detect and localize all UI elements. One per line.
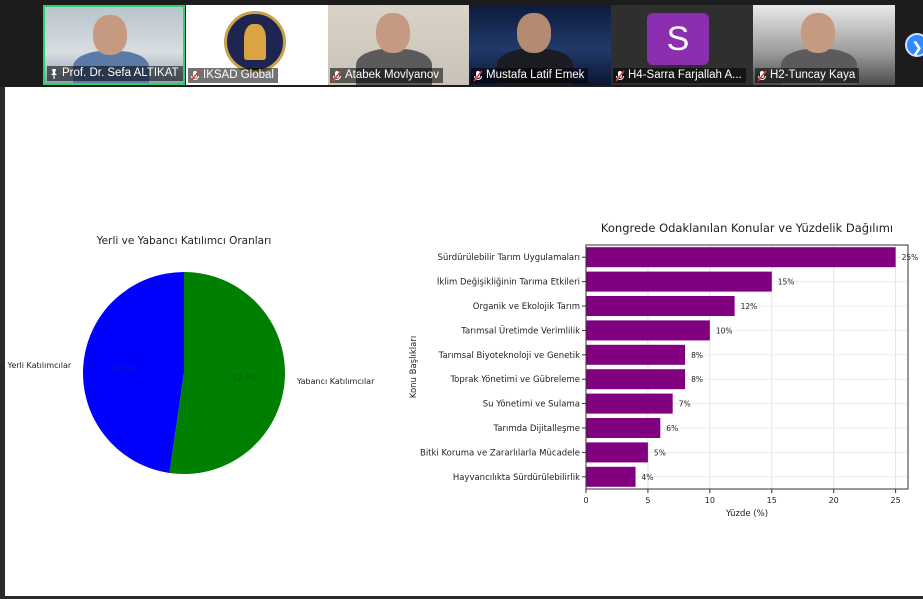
bar-value-label: 12% — [741, 302, 758, 311]
participant-tile[interactable]: Prof. Dr. Sefa ALTIKAT — [43, 5, 185, 85]
bar — [586, 466, 636, 487]
y-axis-label: Konu Başlıkları — [409, 336, 419, 398]
bar — [586, 295, 735, 317]
participant-name: Prof. Dr. Sefa ALTIKAT — [62, 67, 179, 79]
y-tick-label: Hayvancılıkta Sürdürülebilirlik — [453, 473, 580, 483]
shared-charts: Yerli ve Yabancı Katılımcı Oranları 47.7%… — [7, 221, 919, 519]
pie-percent-label: 47.7% — [112, 365, 136, 374]
bar — [586, 320, 710, 341]
participant-name-bar: IKSAD Global — [188, 68, 278, 83]
y-tick-label: Tarımsal Biyoteknoloji ve Genetik — [438, 351, 580, 361]
x-tick-label: 15 — [767, 496, 777, 505]
bar-value-label: 25% — [902, 253, 919, 262]
avatar: S — [647, 13, 709, 65]
bar — [586, 393, 673, 414]
participant-name: IKSAD Global — [203, 69, 274, 81]
x-tick-label: 5 — [645, 496, 650, 505]
pie-slice-label: Yerli Katılımcılar — [7, 361, 72, 370]
participant-figure — [93, 15, 127, 55]
bar — [586, 369, 686, 390]
organization-logo — [224, 11, 286, 73]
muted-mic-icon — [190, 70, 200, 82]
bar — [586, 271, 772, 292]
participant-figure — [517, 13, 551, 53]
bar-value-label: 10% — [716, 326, 733, 335]
y-tick-label: Organik ve Ekolojik Tarım — [473, 302, 580, 312]
y-tick-label: Toprak Yönetimi ve Gübreleme — [449, 375, 580, 385]
participant-figure — [376, 13, 410, 53]
x-axis-label: Yüzde (%) — [725, 509, 768, 519]
participant-tile[interactable]: S H4-Sarra Farjallah A... — [611, 5, 753, 85]
bar-chart-title: Kongrede Odaklanılan Konular ve Yüzdelik… — [601, 221, 893, 235]
muted-mic-icon — [332, 70, 342, 82]
participant-figure — [801, 13, 835, 53]
participant-tile[interactable]: Atabek Movlyanov — [328, 5, 470, 85]
y-tick-label: Sürdürülebilir Tarım Uygulamaları — [438, 253, 580, 263]
x-tick-label: 0 — [583, 496, 588, 505]
bar-value-label: 4% — [642, 473, 654, 482]
y-tick-label: Tarımsal Üretimde Verimlilik — [460, 325, 580, 336]
chevron-right-icon: ❯ — [911, 39, 923, 55]
participant-name-bar: H4-Sarra Farjallah A... — [613, 68, 746, 83]
y-tick-label: Bitki Koruma ve Zararlılarla Mücadele — [420, 448, 580, 458]
y-tick-label: İklim Değişikliğinin Tarıma Etkileri — [437, 277, 580, 288]
y-tick-label: Su Yönetimi ve Sulama — [483, 400, 580, 410]
shared-screen: Yerli ve Yabancı Katılımcı Oranları 47.7%… — [5, 87, 923, 596]
participant-name-bar: Atabek Movlyanov — [330, 68, 443, 83]
participant-name-bar: H2-Tuncay Kaya — [755, 68, 860, 83]
participant-name: H4-Sarra Farjallah A... — [628, 69, 742, 81]
pie-chart-title: Yerli ve Yabancı Katılımcı Oranları — [96, 235, 272, 247]
y-tick-label: Tarımda Dijitalleşme — [493, 424, 581, 434]
bar-value-label: 8% — [691, 375, 703, 384]
pie-percent-label: 52.3% — [233, 373, 257, 382]
bar — [586, 417, 661, 439]
bar-value-label: 8% — [691, 351, 703, 360]
pie-slice-label: Yabancı Katılımcılar — [296, 377, 375, 386]
bar — [586, 247, 896, 268]
participant-name: Atabek Movlyanov — [345, 69, 439, 81]
bar — [586, 442, 648, 463]
participant-name: Mustafa Latif Emek — [486, 69, 585, 81]
bar-value-label: 7% — [679, 400, 691, 409]
pie-slice-foreign — [169, 272, 286, 474]
participant-tile[interactable]: Mustafa Latif Emek — [469, 5, 611, 85]
participant-tile[interactable]: IKSAD Global — [186, 5, 328, 85]
participant-strip: Prof. Dr. Sefa ALTIKAT IKSAD Global Atabek… — [0, 0, 923, 87]
bar-value-label: 6% — [666, 424, 678, 433]
bar-value-label: 5% — [654, 448, 666, 457]
x-tick-label: 25 — [891, 496, 901, 505]
muted-mic-icon — [757, 70, 767, 82]
participant-name-bar: Mustafa Latif Emek — [471, 68, 589, 83]
bar — [586, 344, 686, 365]
participant-name: H2-Tuncay Kaya — [770, 69, 856, 81]
bar-value-label: 15% — [778, 278, 795, 287]
muted-mic-icon — [473, 70, 483, 82]
pin-icon — [49, 68, 59, 80]
x-tick-label: 20 — [829, 496, 839, 505]
muted-mic-icon — [615, 70, 625, 82]
x-tick-label: 10 — [705, 496, 715, 505]
next-page-button[interactable]: ❯ — [905, 33, 923, 57]
participant-name-bar: Prof. Dr. Sefa ALTIKAT — [47, 66, 183, 81]
participant-tile[interactable]: H2-Tuncay Kaya — [753, 5, 895, 85]
